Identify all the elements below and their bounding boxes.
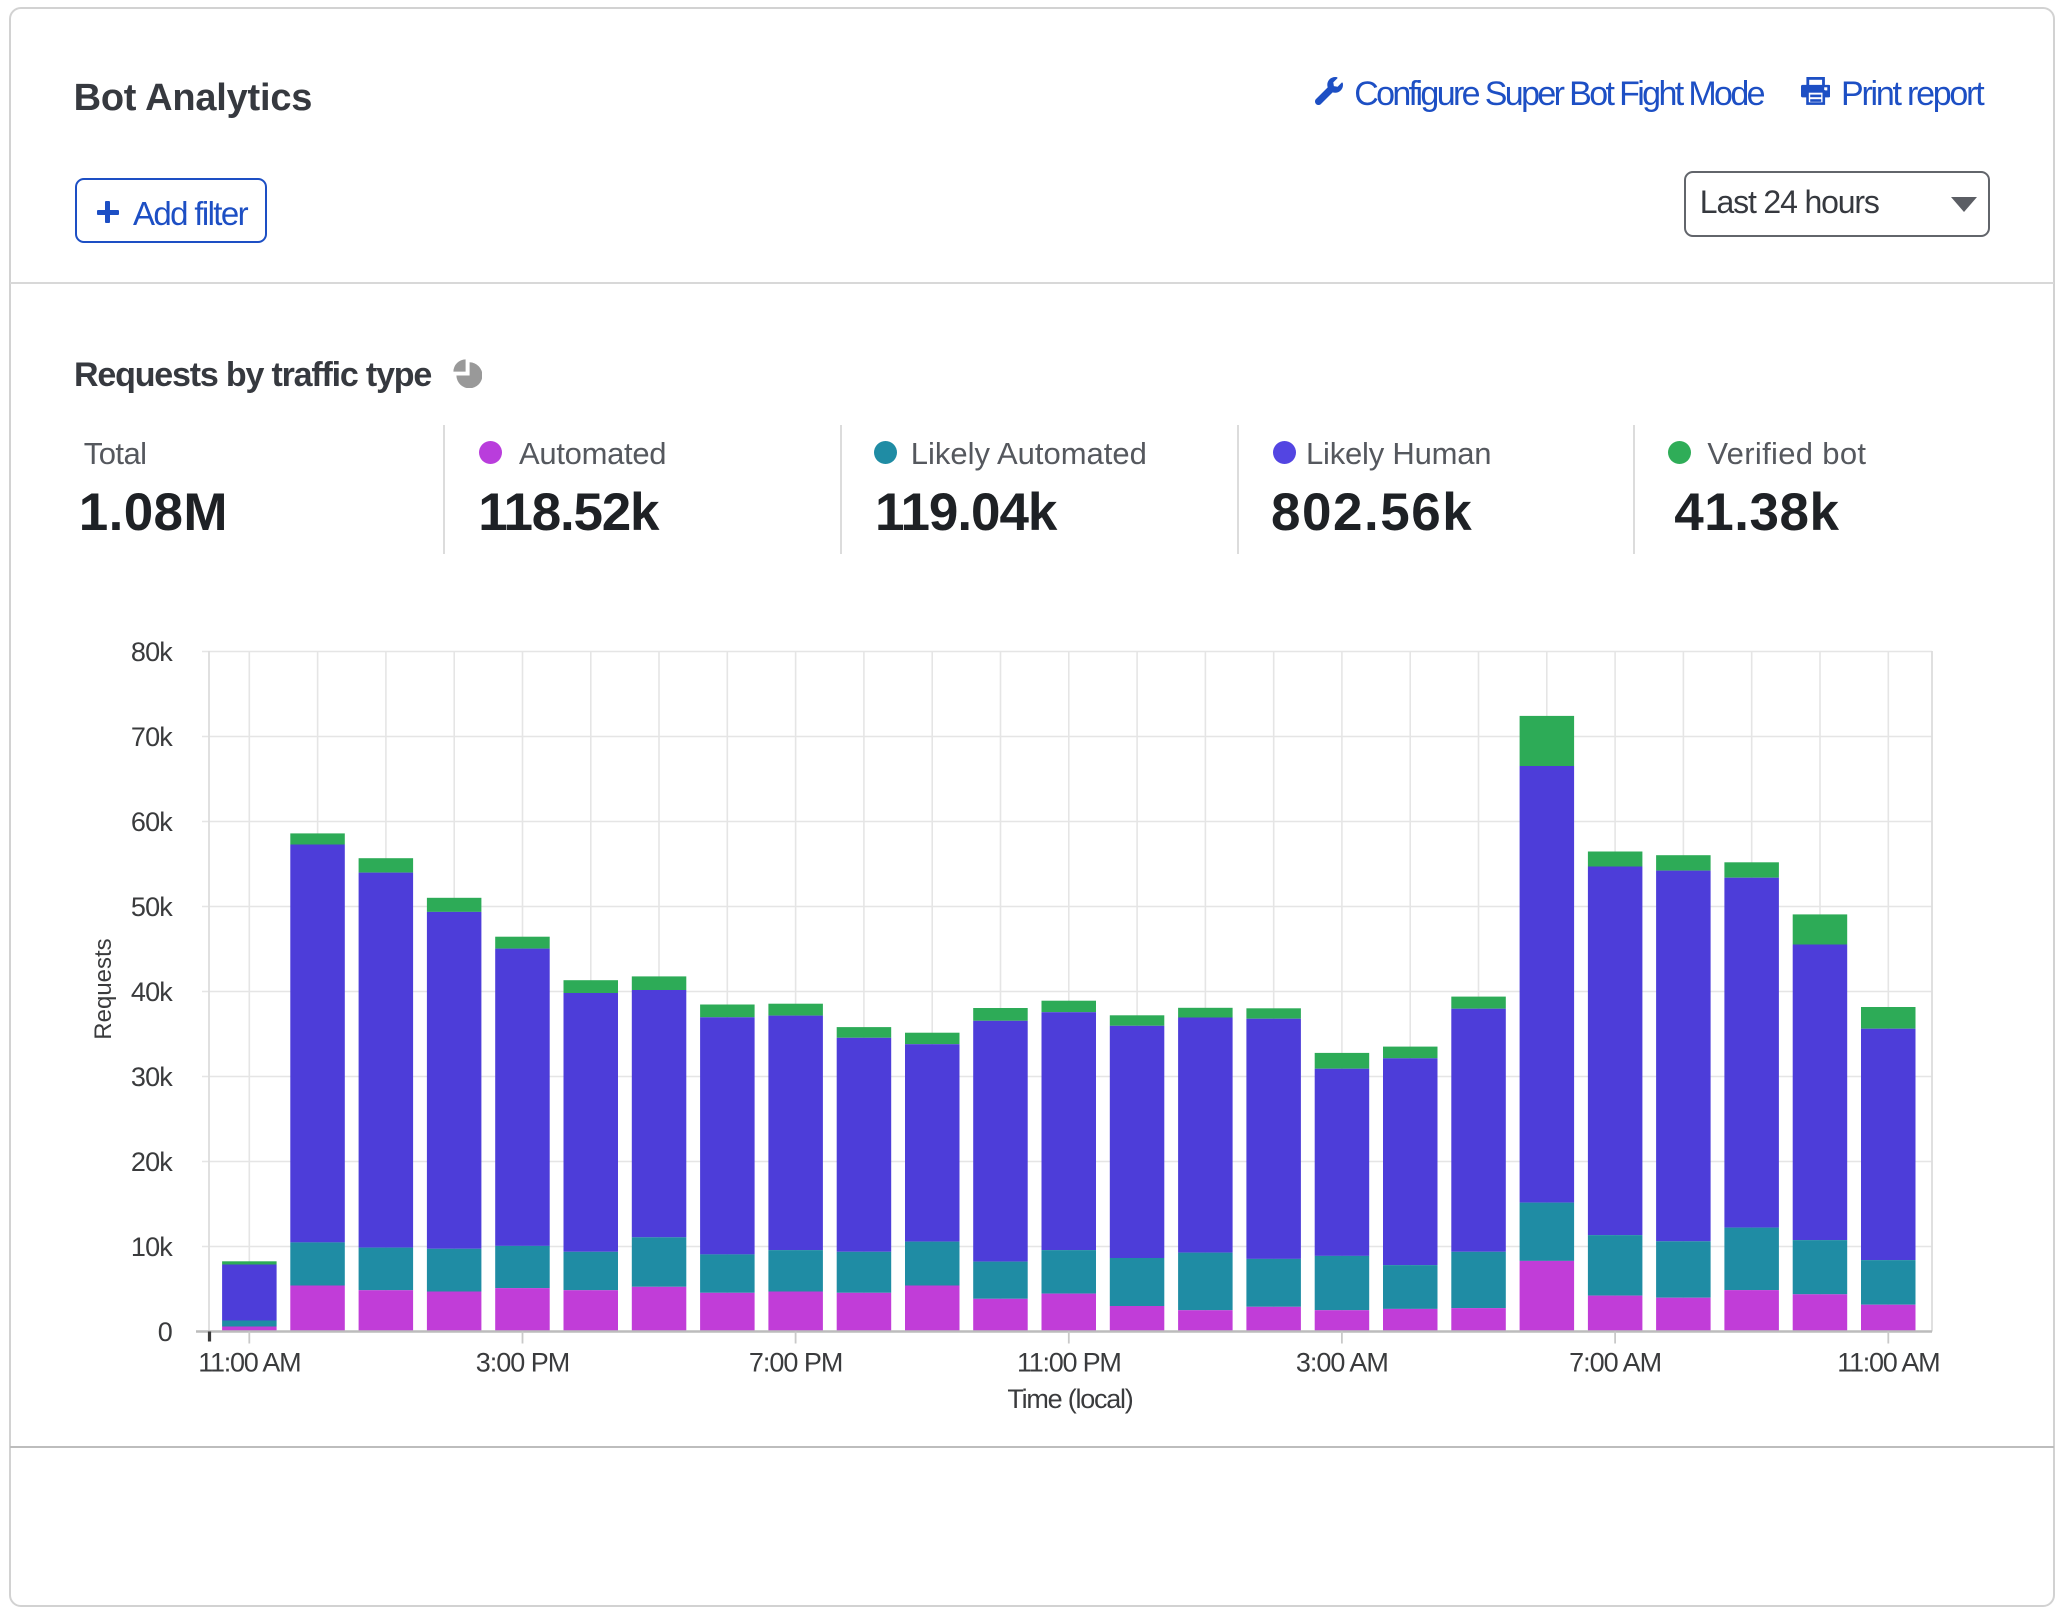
svg-text:Requests: Requests [90,938,117,1039]
svg-text:3:00 PM: 3:00 PM [476,1348,570,1378]
svg-text:30k: 30k [131,1062,173,1092]
svg-text:50k: 50k [131,892,173,922]
svg-text:Time (local): Time (local) [1007,1384,1132,1414]
svg-text:20k: 20k [131,1147,173,1177]
svg-text:40k: 40k [131,977,173,1007]
svg-text:3:00 AM: 3:00 AM [1296,1348,1388,1378]
svg-text:0: 0 [158,1317,172,1347]
svg-text:60k: 60k [131,807,173,837]
svg-text:80k: 80k [131,637,173,667]
svg-text:10k: 10k [131,1232,173,1262]
svg-text:11:00 AM: 11:00 AM [1837,1348,1939,1378]
svg-text:70k: 70k [131,722,173,752]
svg-text:7:00 PM: 7:00 PM [749,1348,843,1378]
svg-text:11:00 PM: 11:00 PM [1017,1348,1121,1378]
svg-text:11:00 AM: 11:00 AM [198,1348,300,1378]
svg-text:7:00 AM: 7:00 AM [1569,1348,1661,1378]
